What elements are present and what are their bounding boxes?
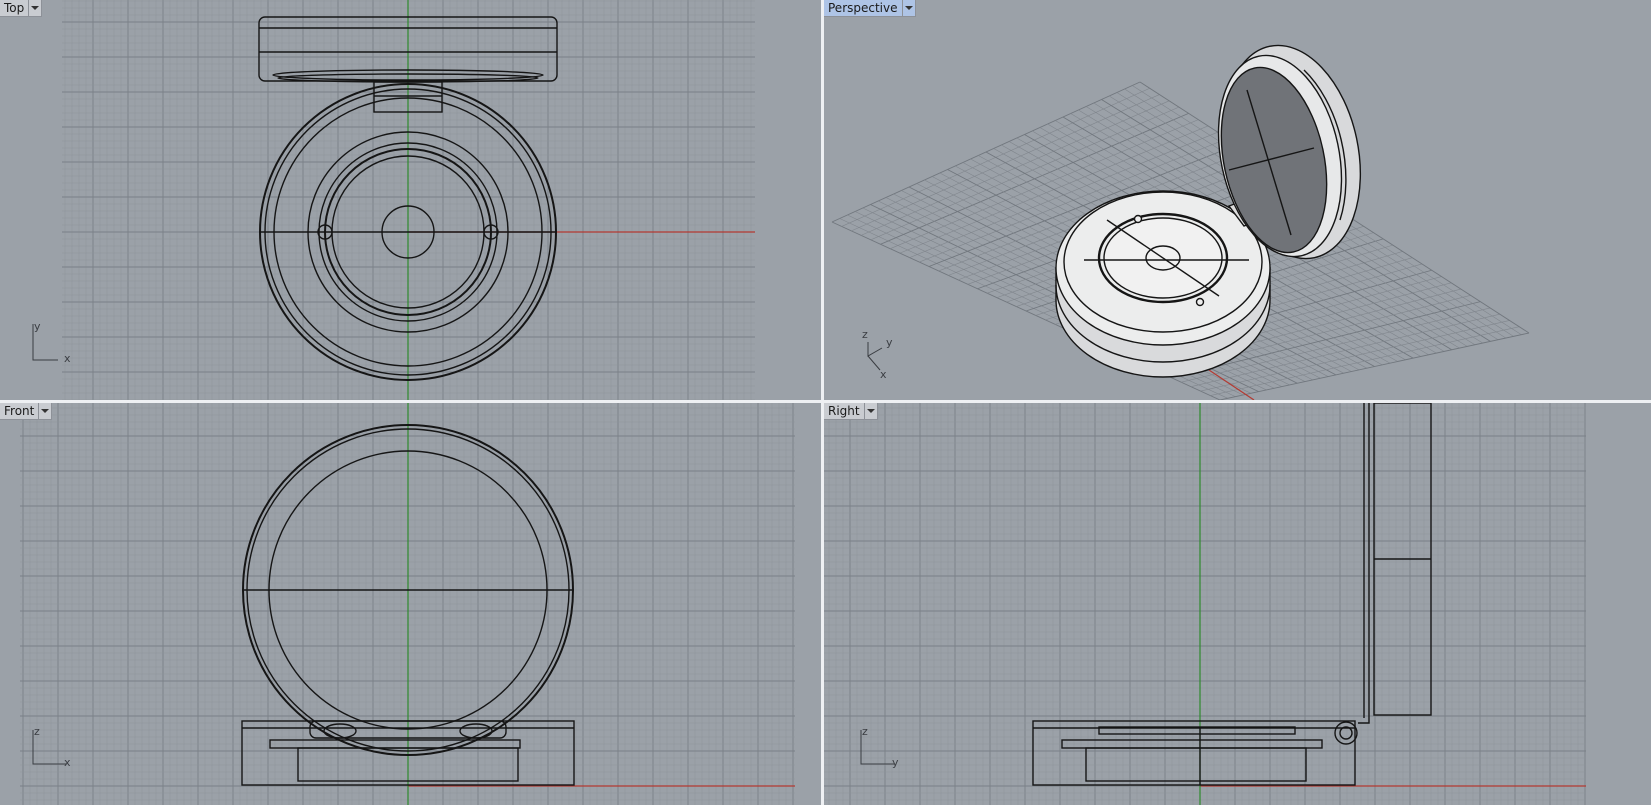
viewport-front-canvas[interactable]: [0, 403, 821, 805]
model-shaded-perspective: [1055, 44, 1362, 378]
chevron-down-icon[interactable]: [28, 0, 41, 16]
model-wireframe-right: [1032, 403, 1432, 786]
chevron-down-icon[interactable]: [38, 403, 51, 419]
axis-letter-z: z: [862, 725, 868, 738]
axis-letter-x: x: [64, 352, 71, 365]
viewport-front[interactable]: Front z x: [0, 403, 821, 805]
world-axes-icon: [32, 324, 58, 361]
axis-letter-z: z: [862, 328, 868, 341]
viewport-perspective-canvas[interactable]: [824, 0, 1651, 400]
axis-letter-y: y: [886, 336, 893, 349]
viewport-right-canvas[interactable]: [824, 403, 1651, 805]
viewport-title-right[interactable]: Right: [824, 403, 878, 420]
viewport-title-front[interactable]: Front: [0, 403, 53, 420]
grid: [824, 403, 1586, 805]
viewport-right[interactable]: Right z y: [824, 403, 1651, 805]
axis-letter-y: y: [34, 320, 41, 333]
axis-letter-x: x: [64, 756, 71, 769]
viewport-splitter-horizontal[interactable]: [0, 400, 1651, 403]
viewport-title-label: Right: [828, 404, 860, 418]
viewport-title-top[interactable]: Top: [0, 0, 43, 17]
viewport-title-perspective[interactable]: Perspective: [824, 0, 916, 17]
viewport-title-label: Perspective: [828, 1, 898, 15]
chevron-down-icon[interactable]: [863, 403, 877, 419]
viewport-top-canvas[interactable]: [0, 0, 821, 400]
viewport-title-label: Front: [4, 404, 35, 418]
viewport-title-label: Top: [4, 1, 25, 15]
chevron-down-icon[interactable]: [901, 0, 915, 16]
axis-letter-z: z: [34, 725, 40, 738]
axis-letter-y: y: [892, 756, 899, 769]
viewport-perspective[interactable]: Perspective z y x: [824, 0, 1651, 400]
viewport-top[interactable]: Top y x: [0, 0, 821, 400]
axis-letter-x: x: [880, 368, 887, 381]
